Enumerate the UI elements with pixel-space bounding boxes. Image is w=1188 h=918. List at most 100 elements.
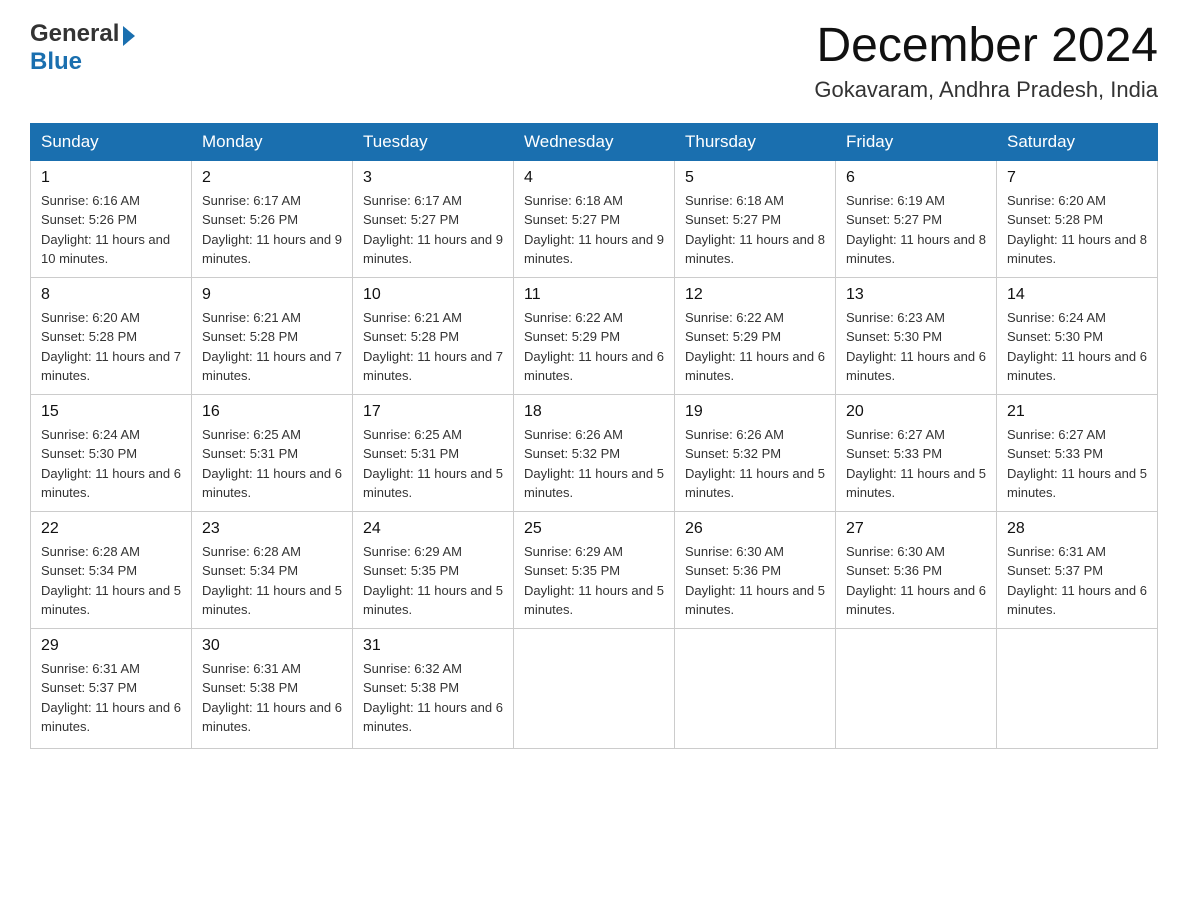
day-info: Sunrise: 6:27 AMSunset: 5:33 PMDaylight:… [846,425,986,503]
logo: General Blue [30,20,135,76]
day-info: Sunrise: 6:31 AMSunset: 5:37 PMDaylight:… [1007,542,1147,620]
day-info: Sunrise: 6:16 AMSunset: 5:26 PMDaylight:… [41,191,181,269]
weekday-header-tuesday: Tuesday [353,123,514,160]
calendar-week-row: 1 Sunrise: 6:16 AMSunset: 5:26 PMDaylight… [31,160,1158,277]
day-info: Sunrise: 6:26 AMSunset: 5:32 PMDaylight:… [685,425,825,503]
calendar-day-cell: 9 Sunrise: 6:21 AMSunset: 5:28 PMDaylight… [192,277,353,394]
day-number: 18 [524,403,664,421]
day-number: 3 [363,169,503,187]
calendar-day-cell: 12Sunrise: 6:22 AMSunset: 5:29 PMDayligh… [675,277,836,394]
calendar-day-cell: 4 Sunrise: 6:18 AMSunset: 5:27 PMDaylight… [514,160,675,277]
day-info: Sunrise: 6:18 AMSunset: 5:27 PMDaylight:… [685,191,825,269]
calendar-day-cell: 26 Sunrise: 6:30 AMSunset: 5:36 PMDayligh… [675,511,836,628]
weekday-header-friday: Friday [836,123,997,160]
calendar-day-cell: 10Sunrise: 6:21 AMSunset: 5:28 PMDayligh… [353,277,514,394]
day-number: 28 [1007,520,1147,538]
weekday-header-sunday: Sunday [31,123,192,160]
calendar-day-cell: 14Sunrise: 6:24 AMSunset: 5:30 PMDayligh… [997,277,1158,394]
calendar-day-cell: 3 Sunrise: 6:17 AMSunset: 5:27 PMDaylight… [353,160,514,277]
calendar-day-cell: 21 Sunrise: 6:27 AMSunset: 5:33 PMDayligh… [997,394,1158,511]
calendar-week-row: 22 Sunrise: 6:28 AMSunset: 5:34 PMDayligh… [31,511,1158,628]
day-info: Sunrise: 6:24 AMSunset: 5:30 PMDaylight:… [41,425,181,503]
day-info: Sunrise: 6:29 AMSunset: 5:35 PMDaylight:… [524,542,664,620]
day-number: 7 [1007,169,1147,187]
day-number: 10 [363,286,503,304]
day-info: Sunrise: 6:22 AMSunset: 5:29 PMDaylight:… [524,308,664,386]
calendar-day-cell: 24 Sunrise: 6:29 AMSunset: 5:35 PMDayligh… [353,511,514,628]
day-info: Sunrise: 6:17 AMSunset: 5:26 PMDaylight:… [202,191,342,269]
calendar-week-row: 29 Sunrise: 6:31 AMSunset: 5:37 PMDayligh… [31,628,1158,748]
day-info: Sunrise: 6:31 AMSunset: 5:37 PMDaylight:… [41,659,181,737]
calendar-day-cell [675,628,836,748]
day-number: 1 [41,169,181,187]
day-number: 9 [202,286,342,304]
calendar-day-cell: 15 Sunrise: 6:24 AMSunset: 5:30 PMDayligh… [31,394,192,511]
day-info: Sunrise: 6:30 AMSunset: 5:36 PMDaylight:… [846,542,986,620]
calendar-day-cell: 25Sunrise: 6:29 AMSunset: 5:35 PMDayligh… [514,511,675,628]
weekday-header-wednesday: Wednesday [514,123,675,160]
day-number: 29 [41,637,181,655]
day-info: Sunrise: 6:26 AMSunset: 5:32 PMDaylight:… [524,425,664,503]
day-number: 22 [41,520,181,538]
day-number: 6 [846,169,986,187]
day-info: Sunrise: 6:25 AMSunset: 5:31 PMDaylight:… [202,425,342,503]
logo-arrow-icon [123,26,135,46]
day-number: 2 [202,169,342,187]
day-info: Sunrise: 6:29 AMSunset: 5:35 PMDaylight:… [363,542,503,620]
calendar-title: December 2024 [814,20,1158,73]
day-info: Sunrise: 6:24 AMSunset: 5:30 PMDaylight:… [1007,308,1147,386]
calendar-day-cell: 13 Sunrise: 6:23 AMSunset: 5:30 PMDayligh… [836,277,997,394]
day-info: Sunrise: 6:25 AMSunset: 5:31 PMDaylight:… [363,425,503,503]
calendar-day-cell: 28 Sunrise: 6:31 AMSunset: 5:37 PMDayligh… [997,511,1158,628]
day-info: Sunrise: 6:21 AMSunset: 5:28 PMDaylight:… [202,308,342,386]
logo-general-text: General [30,20,119,48]
calendar-day-cell: 7 Sunrise: 6:20 AMSunset: 5:28 PMDaylight… [997,160,1158,277]
day-info: Sunrise: 6:20 AMSunset: 5:28 PMDaylight:… [41,308,181,386]
calendar-day-cell: 30Sunrise: 6:31 AMSunset: 5:38 PMDayligh… [192,628,353,748]
calendar-day-cell: 16 Sunrise: 6:25 AMSunset: 5:31 PMDayligh… [192,394,353,511]
calendar-day-cell: 1 Sunrise: 6:16 AMSunset: 5:26 PMDaylight… [31,160,192,277]
day-info: Sunrise: 6:23 AMSunset: 5:30 PMDaylight:… [846,308,986,386]
day-info: Sunrise: 6:18 AMSunset: 5:27 PMDaylight:… [524,191,664,269]
day-number: 11 [524,286,664,304]
day-info: Sunrise: 6:27 AMSunset: 5:33 PMDaylight:… [1007,425,1147,503]
day-number: 17 [363,403,503,421]
weekday-header-thursday: Thursday [675,123,836,160]
day-number: 27 [846,520,986,538]
calendar-week-row: 8Sunrise: 6:20 AMSunset: 5:28 PMDaylight… [31,277,1158,394]
day-number: 4 [524,169,664,187]
day-number: 16 [202,403,342,421]
calendar-day-cell: 11 Sunrise: 6:22 AMSunset: 5:29 PMDayligh… [514,277,675,394]
day-info: Sunrise: 6:31 AMSunset: 5:38 PMDaylight:… [202,659,342,737]
calendar-day-cell: 6Sunrise: 6:19 AMSunset: 5:27 PMDaylight… [836,160,997,277]
calendar-day-cell: 23 Sunrise: 6:28 AMSunset: 5:34 PMDayligh… [192,511,353,628]
calendar-day-cell: 8Sunrise: 6:20 AMSunset: 5:28 PMDaylight… [31,277,192,394]
day-number: 5 [685,169,825,187]
day-number: 31 [363,637,503,655]
day-info: Sunrise: 6:30 AMSunset: 5:36 PMDaylight:… [685,542,825,620]
weekday-header-saturday: Saturday [997,123,1158,160]
day-number: 23 [202,520,342,538]
day-info: Sunrise: 6:28 AMSunset: 5:34 PMDaylight:… [202,542,342,620]
day-number: 26 [685,520,825,538]
day-number: 21 [1007,403,1147,421]
day-info: Sunrise: 6:28 AMSunset: 5:34 PMDaylight:… [41,542,181,620]
day-info: Sunrise: 6:17 AMSunset: 5:27 PMDaylight:… [363,191,503,269]
calendar-day-cell: 18 Sunrise: 6:26 AMSunset: 5:32 PMDayligh… [514,394,675,511]
day-number: 15 [41,403,181,421]
calendar-day-cell: 2 Sunrise: 6:17 AMSunset: 5:26 PMDaylight… [192,160,353,277]
calendar-day-cell: 20Sunrise: 6:27 AMSunset: 5:33 PMDayligh… [836,394,997,511]
calendar-day-cell: 27 Sunrise: 6:30 AMSunset: 5:36 PMDayligh… [836,511,997,628]
day-number: 24 [363,520,503,538]
calendar-day-cell [514,628,675,748]
calendar-day-cell: 29 Sunrise: 6:31 AMSunset: 5:37 PMDayligh… [31,628,192,748]
day-number: 19 [685,403,825,421]
day-number: 13 [846,286,986,304]
day-info: Sunrise: 6:20 AMSunset: 5:28 PMDaylight:… [1007,191,1147,269]
day-info: Sunrise: 6:32 AMSunset: 5:38 PMDaylight:… [363,659,503,737]
calendar-table: SundayMondayTuesdayWednesdayThursdayFrid… [30,123,1158,749]
calendar-day-cell [997,628,1158,748]
calendar-day-cell: 5 Sunrise: 6:18 AMSunset: 5:27 PMDaylight… [675,160,836,277]
day-number: 12 [685,286,825,304]
weekday-header-row: SundayMondayTuesdayWednesdayThursdayFrid… [31,123,1158,160]
